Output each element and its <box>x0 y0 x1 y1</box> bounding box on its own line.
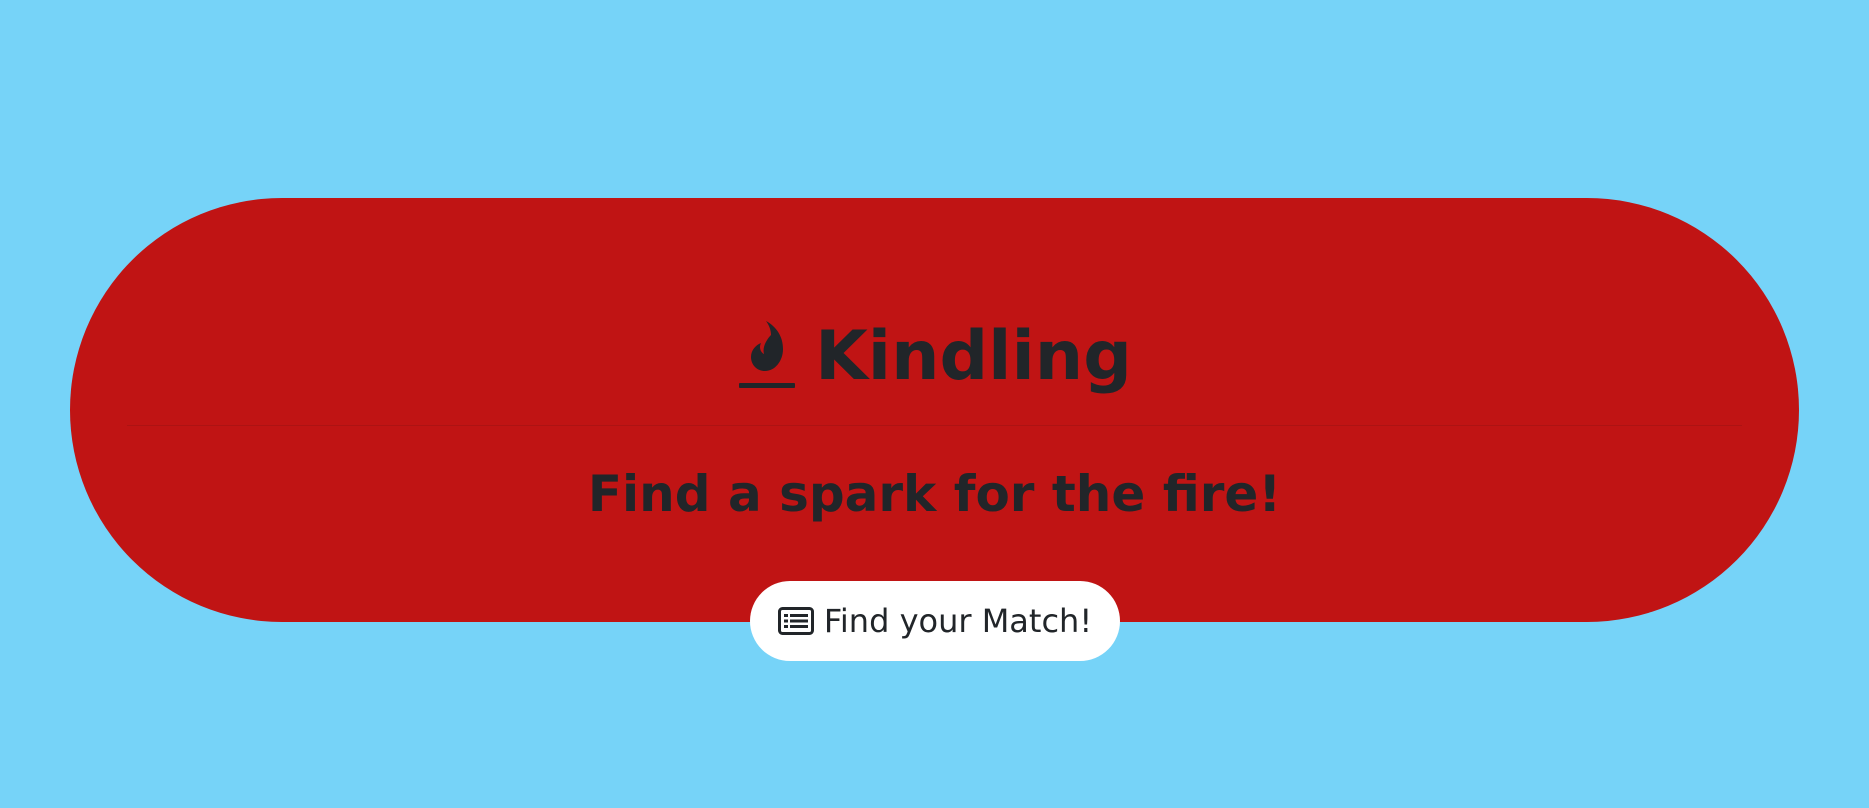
divider <box>127 425 1742 426</box>
page-title: Kindling <box>0 312 1869 402</box>
page-background: Kindling Find a spark for the fire! Find… <box>0 0 1869 808</box>
app-title: Kindling <box>815 317 1132 396</box>
find-match-button[interactable]: Find your Match! <box>750 581 1120 661</box>
tagline: Find a spark for the fire! <box>587 465 1282 523</box>
hero-banner <box>70 198 1799 622</box>
fire-icon <box>737 317 796 393</box>
card-list-icon <box>777 607 814 635</box>
find-match-button-label: Find your Match! <box>823 602 1093 640</box>
